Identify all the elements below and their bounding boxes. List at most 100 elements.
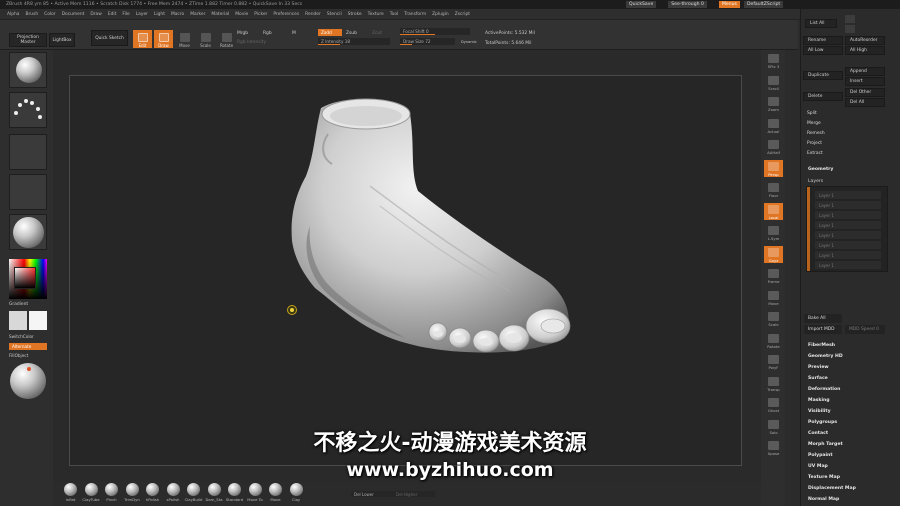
shelf-persp[interactable]: Persp (764, 159, 783, 177)
menu-stencil[interactable]: Stencil (327, 12, 342, 17)
shelf-floor[interactable]: Floor (764, 181, 783, 198)
texture-thumbnail[interactable] (9, 174, 47, 210)
layer-row[interactable]: Layer 1 (815, 221, 881, 229)
section-displacement-map[interactable]: Displacement Map (804, 483, 856, 494)
tool-draw[interactable]: Draw (154, 30, 173, 48)
remesh-section[interactable]: Remesh (803, 129, 825, 138)
menu-marker[interactable]: Marker (190, 12, 205, 17)
m-button[interactable]: M (292, 31, 296, 36)
all-low-button[interactable]: All Low (803, 46, 843, 55)
default-zscript-button[interactable]: DefaultZScript (743, 1, 784, 8)
brush-trimdyn[interactable]: TrimDyn (123, 483, 142, 505)
section-geometry-hd[interactable]: Geometry HD (804, 351, 843, 362)
shelf-gxyz[interactable]: Gxyz (764, 245, 783, 263)
brush-hpolish[interactable]: hPolish (143, 483, 162, 505)
material-thumbnail[interactable] (9, 214, 47, 250)
shelf-rotate[interactable]: Rotate (764, 332, 783, 349)
brush-move-to[interactable]: Move To (246, 483, 265, 505)
geometry-section[interactable]: Geometry (804, 164, 833, 175)
layer-row[interactable]: Layer 1 (815, 241, 881, 249)
layer-row[interactable]: Layer 1 (815, 211, 881, 219)
layers-scrollbar[interactable] (807, 187, 810, 271)
tool-edit[interactable]: Edit (133, 30, 152, 48)
gradient-label[interactable]: Gradient (9, 302, 28, 307)
section-fibermesh[interactable]: FiberMesh (804, 340, 835, 351)
list-all-button[interactable]: List All (805, 19, 837, 28)
section-preview[interactable]: Preview (804, 362, 829, 373)
zcut-button[interactable]: Zcut (372, 31, 382, 36)
shelf-aahalf[interactable]: AAHalf (764, 138, 783, 155)
bake-all-button[interactable]: Bake All (804, 314, 842, 323)
layer-row[interactable]: Layer 1 (815, 191, 881, 199)
dynamic-button[interactable]: Dynamic (461, 40, 477, 44)
menu-macro[interactable]: Macro (171, 12, 184, 17)
menu-document[interactable]: Document (62, 12, 85, 17)
section-normal-map[interactable]: Normal Map (804, 494, 839, 505)
main-color-swatch[interactable] (9, 311, 27, 330)
z-intensity-slider[interactable]: Z Intensity 18 (318, 38, 390, 45)
duplicate-button[interactable]: Duplicate (803, 71, 843, 80)
shelf-polyf[interactable]: PolyF (764, 353, 783, 370)
layer-row[interactable]: Layer 1 (815, 261, 881, 269)
shelf-scroll[interactable]: Scroll (764, 74, 783, 91)
menu-preferences[interactable]: Preferences (273, 12, 299, 17)
layers-list[interactable]: Layer 1 Layer 1 Layer 1 Layer 1 Layer 1 Layer… (806, 186, 888, 272)
brush-claytube[interactable]: ClayTube (82, 483, 101, 505)
alternate-button[interactable]: Alternate (9, 343, 47, 350)
zsub-button[interactable]: Zsub (346, 31, 357, 36)
layer-row[interactable]: Layer 1 (815, 201, 881, 209)
rgb-button[interactable]: Rgb (263, 31, 272, 36)
section-masking[interactable]: Masking (804, 395, 830, 406)
quicksave-button[interactable]: QuickSave (626, 1, 657, 8)
projection-master-button[interactable]: Projection Master (9, 33, 47, 47)
color-picker[interactable] (9, 259, 47, 299)
insert-button[interactable]: Insert (845, 77, 885, 86)
section-visibility[interactable]: Visibility (804, 406, 831, 417)
merge-section[interactable]: Merge (803, 119, 821, 128)
rgb-intensity-slider[interactable]: Rgb Intensity (237, 40, 266, 45)
color-square[interactable] (14, 267, 36, 289)
brush-clay[interactable]: Clay (287, 483, 306, 505)
fill-object-button[interactable]: FillObject (9, 353, 28, 358)
menu-layer[interactable]: Layer (136, 12, 148, 17)
see-through-slider[interactable]: See-through 0 (668, 1, 707, 8)
menu-render[interactable]: Render (305, 12, 321, 17)
menu-picker[interactable]: Picker (254, 12, 267, 17)
brush-inflat[interactable]: Inflat (61, 483, 80, 505)
section-surface[interactable]: Surface (804, 373, 828, 384)
shelf-actual[interactable]: Actual (764, 117, 783, 134)
extract-section[interactable]: Extract (803, 149, 823, 158)
project-section[interactable]: Project (803, 139, 822, 148)
foot-model[interactable] (70, 76, 743, 467)
menu-material[interactable]: Material (211, 12, 229, 17)
append-button[interactable]: Append (845, 67, 885, 76)
rename-button[interactable]: Rename (803, 36, 843, 45)
tool-move[interactable]: Move (175, 30, 194, 48)
menu-brush[interactable]: Brush (25, 12, 38, 17)
material-preview-sphere[interactable] (10, 363, 46, 399)
menu-movie[interactable]: Movie (235, 12, 248, 17)
arrow-up-icon[interactable] (845, 15, 855, 23)
menu-zscript[interactable]: Zscript (455, 12, 470, 17)
auto-reorder-button[interactable]: AutoReorder (845, 36, 885, 45)
del-lower-button[interactable]: Del Lower (351, 491, 393, 497)
stroke-thumbnail[interactable] (9, 92, 47, 128)
menu-texture[interactable]: Texture (368, 12, 384, 17)
light-position-dot[interactable] (27, 367, 31, 371)
brush-standard[interactable]: Standard (225, 483, 244, 505)
shelf-move[interactable]: Move (764, 289, 783, 306)
menus-button[interactable]: Menus (718, 1, 740, 8)
delete-button[interactable]: Delete (803, 92, 843, 101)
brush-claybuild[interactable]: ClayBuild (184, 483, 203, 505)
brush-pinch[interactable]: Pinch (102, 483, 121, 505)
zadd-button[interactable]: Zadd (318, 29, 342, 36)
tool-rotate[interactable]: Rotate (217, 30, 236, 48)
document-frame[interactable] (69, 75, 742, 466)
menu-zplugin[interactable]: Zplugin (432, 12, 449, 17)
mdd-speed-slider[interactable]: MDD Speed 0 (845, 325, 885, 334)
split-section[interactable]: Split (803, 109, 817, 118)
brush-dam-sta[interactable]: Dam_Sta (205, 483, 224, 505)
shelf-scale[interactable]: Scale (764, 310, 783, 327)
lightbox-button[interactable]: LightBox (49, 33, 75, 47)
shelf-local[interactable]: Local (764, 202, 783, 220)
